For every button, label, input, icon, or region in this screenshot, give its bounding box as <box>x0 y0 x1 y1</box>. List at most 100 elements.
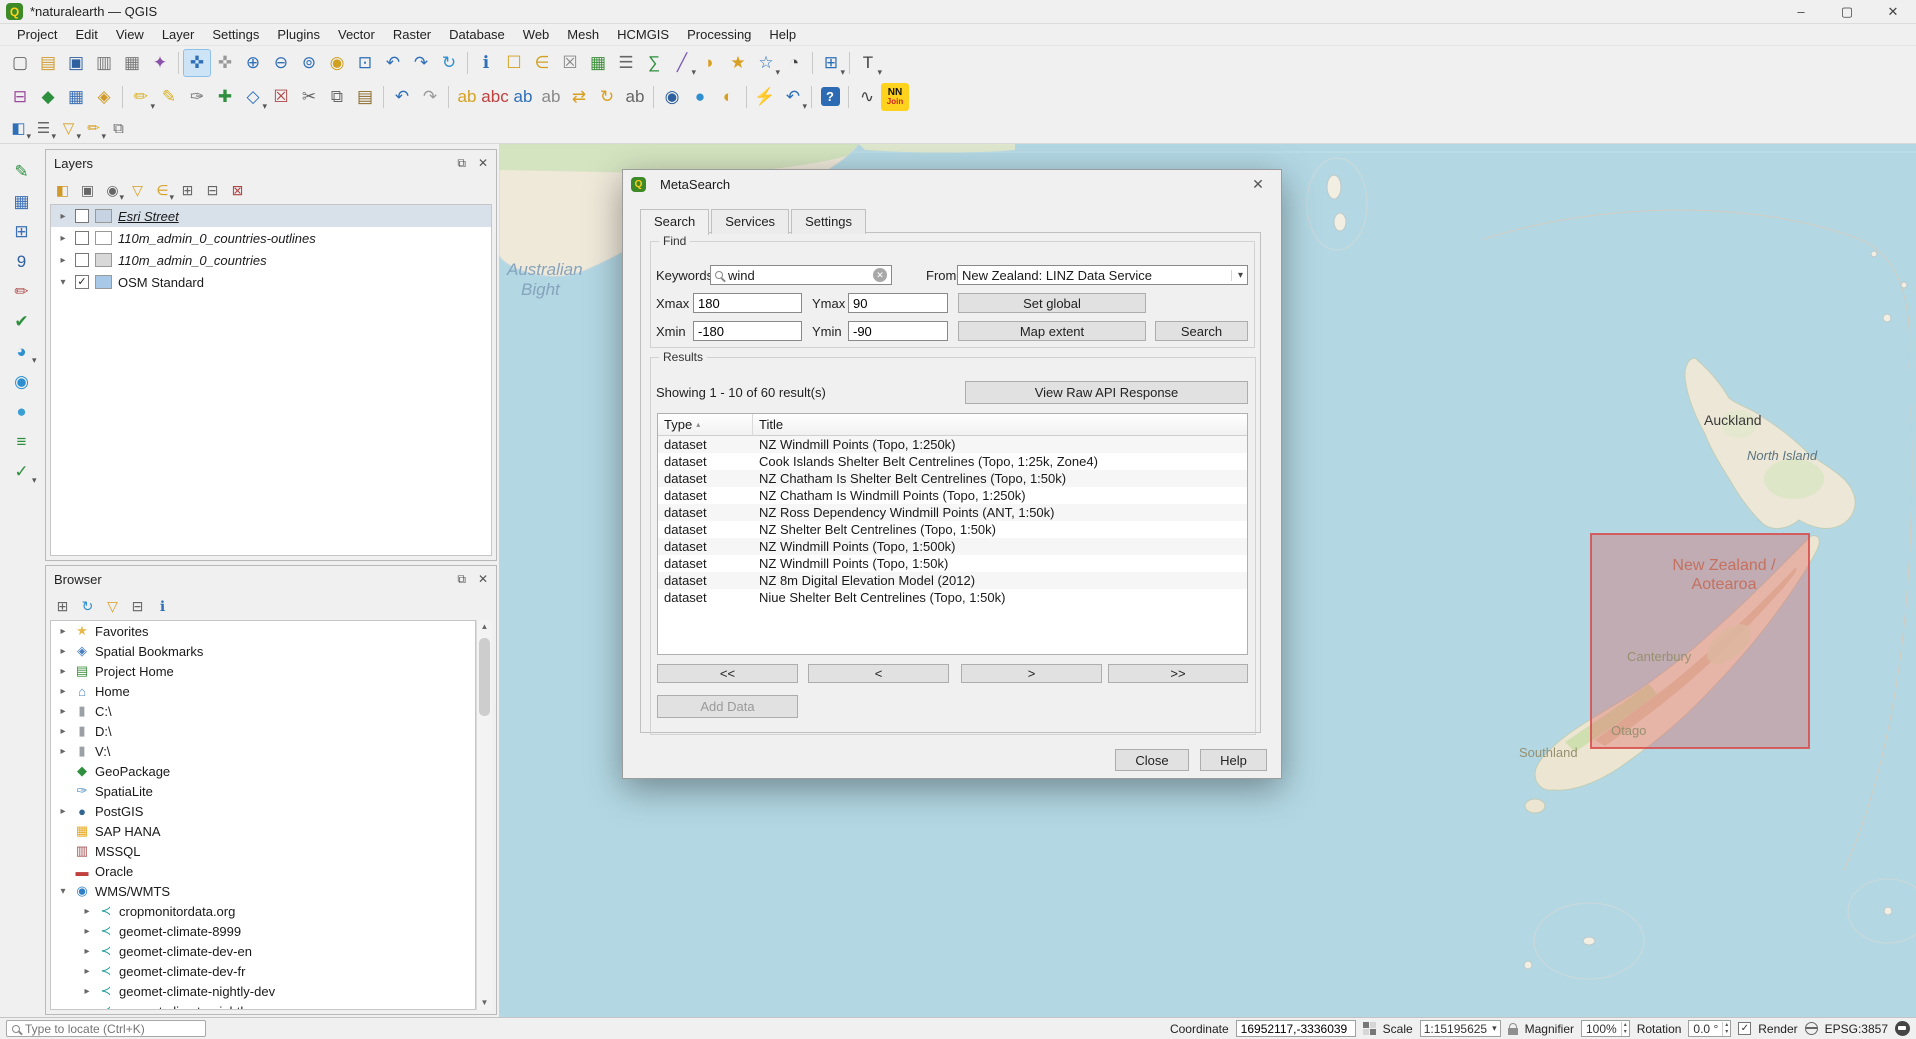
pan-to-selection-button[interactable]: ✜ <box>211 49 239 77</box>
dialog-help-button[interactable]: Help <box>1200 749 1267 771</box>
layer-item[interactable]: ▸ 110m_admin_0_countries <box>51 249 491 271</box>
browser-item[interactable]: ▸ ≺ geomet-climate-dev-en <box>51 941 475 961</box>
add-vector-layer-button[interactable]: ◆ <box>34 83 62 111</box>
add-selected-layers-button[interactable]: ⊞ <box>51 595 74 618</box>
legend-list-button[interactable]: ☰ <box>31 116 56 141</box>
zoom-to-selection-button[interactable]: ◉ <box>323 49 351 77</box>
expand-arrow-icon[interactable]: ▸ <box>81 926 93 937</box>
layer-styling-toggle-button[interactable]: ◧ <box>6 116 31 141</box>
xmin-input[interactable] <box>693 321 802 341</box>
browser-item[interactable]: ▬ Oracle <box>51 861 475 881</box>
close-panel-icon[interactable]: ✕ <box>478 156 488 171</box>
browser-item[interactable]: ▸ ▮ V:\ <box>51 741 475 761</box>
lock-icon[interactable] <box>1508 1028 1518 1035</box>
browser-item[interactable]: ▦ SAP HANA <box>51 821 475 841</box>
menu-item[interactable]: Vector <box>329 25 384 44</box>
menu-item[interactable]: Web <box>514 25 559 44</box>
layer-checkbox[interactable] <box>75 275 89 289</box>
open-styling-panel-button[interactable]: ◧ <box>51 179 74 202</box>
float-panel-icon[interactable]: ⧉ <box>457 156 466 171</box>
properties-button[interactable]: ℹ <box>151 595 174 618</box>
map-theme-button[interactable]: ⧉ <box>106 116 131 141</box>
osm-place-search-button[interactable]: ◉ <box>658 83 686 111</box>
toolbar-separator[interactable] <box>463 49 472 77</box>
expand-arrow-icon[interactable]: ▸ <box>57 211 69 222</box>
map-extent-button[interactable]: Map extent <box>958 321 1146 341</box>
toolbar-separator[interactable] <box>742 83 751 111</box>
expand-arrow-icon[interactable]: ▸ <box>81 986 93 997</box>
add-raster-layer-button[interactable]: ▦ <box>62 83 90 111</box>
result-row[interactable]: dataset NZ Shelter Belt Centrelines (Top… <box>658 521 1247 538</box>
zoom-next-button[interactable]: ↷ <box>407 49 435 77</box>
scroll-down-icon[interactable]: ▼ <box>477 996 492 1010</box>
browser-item[interactable]: ▸ ▮ C:\ <box>51 701 475 721</box>
measure-button[interactable]: ╱ <box>668 49 696 77</box>
magnifier-stepper[interactable]: 100% ▴▾ <box>1581 1020 1630 1037</box>
result-row[interactable]: dataset Cook Islands Shelter Belt Centre… <box>658 453 1247 470</box>
pencil-button[interactable]: ✏ <box>7 278 37 305</box>
expand-arrow-icon[interactable]: ▾ <box>57 277 69 288</box>
ymax-input[interactable] <box>848 293 948 313</box>
locate-search[interactable] <box>6 1020 206 1037</box>
browser-item[interactable]: ▸ ≺ cropmonitordata.org <box>51 901 475 921</box>
expand-arrow-icon[interactable]: ▸ <box>57 255 69 266</box>
result-row[interactable]: dataset NZ Windmill Points (Topo, 1:250k… <box>658 436 1247 453</box>
browser-item[interactable]: ▸ ◈ Spatial Bookmarks <box>51 641 475 661</box>
pager-button[interactable]: < <box>808 664 949 683</box>
expand-arrow-icon[interactable]: ▸ <box>57 806 69 817</box>
new-map-view-button[interactable]: ⊞ <box>817 49 845 77</box>
filter-legend-button[interactable]: ▽ <box>126 179 149 202</box>
toolbar-separator[interactable] <box>379 83 388 111</box>
expand-arrow-icon[interactable]: ▸ <box>81 906 93 917</box>
new-bookmark-button[interactable]: ★ <box>724 49 752 77</box>
browser-item[interactable]: ▸ ▮ D:\ <box>51 721 475 741</box>
browser-scrollbar[interactable]: ▲ ▼ <box>476 620 492 1010</box>
globe-button[interactable]: ◉ <box>7 368 37 395</box>
osm-info-button[interactable]: ◐ <box>714 83 742 111</box>
quickmap-button[interactable]: ⚡ <box>751 83 779 111</box>
deselect-all-button[interactable]: ☒ <box>556 49 584 77</box>
move-label-button[interactable]: ⇄ <box>565 83 593 111</box>
new-print-layout-button[interactable]: ▥ <box>90 49 118 77</box>
result-row[interactable]: dataset NZ Windmill Points (Topo, 1:500k… <box>658 538 1247 555</box>
menu-item[interactable]: Settings <box>203 25 268 44</box>
browser-item[interactable]: ▸ ≺ geomet-climate-dev-fr <box>51 961 475 981</box>
expand-arrow-icon[interactable]: ▸ <box>57 646 69 657</box>
crs-icon[interactable] <box>1805 1022 1818 1035</box>
add-feature-button[interactable]: ✚ <box>211 83 239 111</box>
select-features-button[interactable]: ☐ <box>500 49 528 77</box>
select-by-expression-button[interactable]: ∈ <box>528 49 556 77</box>
pager-button[interactable]: << <box>657 664 798 683</box>
results-table-header[interactable]: Type▴ Title <box>658 414 1247 436</box>
layers-list-button[interactable]: ≡ <box>7 428 37 455</box>
menu-item[interactable]: HCMGIS <box>608 25 678 44</box>
layer-checkbox[interactable] <box>75 231 89 245</box>
field-calculator-button[interactable]: ☰ <box>612 49 640 77</box>
browser-item[interactable]: ▥ MSSQL <box>51 841 475 861</box>
blue-circle-button[interactable]: ◕ <box>7 338 37 365</box>
expand-arrow-icon[interactable]: ▸ <box>81 1006 93 1011</box>
map-canvas[interactable]: Australian Bight Auckland North Island N… <box>499 144 1916 1017</box>
ymin-input[interactable] <box>848 321 948 341</box>
close-button[interactable]: ✕ <box>1870 0 1916 24</box>
toggle-editing-button[interactable]: ✎ <box>155 83 183 111</box>
expand-arrow-icon[interactable]: ▸ <box>57 726 69 737</box>
cut-features-button[interactable]: ✂ <box>295 83 323 111</box>
browser-item[interactable]: ▸ ▤ Project Home <box>51 661 475 681</box>
menu-item[interactable]: View <box>107 25 153 44</box>
messages-icon[interactable] <box>1895 1021 1910 1036</box>
map-tips-button[interactable]: ◗ <box>696 49 724 77</box>
osm-globe-button[interactable]: ● <box>686 83 714 111</box>
scrollbar-thumb[interactable] <box>479 638 490 716</box>
refresh-browser-button[interactable]: ↻ <box>76 595 99 618</box>
scale-select[interactable]: 1:15195625 ▾ <box>1420 1020 1501 1037</box>
zoom-out-button[interactable]: ⊖ <box>267 49 295 77</box>
browser-item[interactable]: ▸ ★ Favorites <box>51 621 475 641</box>
remove-layer-button[interactable]: ⊠ <box>226 179 249 202</box>
raster-grid-button[interactable]: ⊞ <box>7 218 37 245</box>
browser-item[interactable]: ▸ ≺ geomet-climate-nightly-dev <box>51 981 475 1001</box>
add-data-button[interactable]: Add Data <box>657 695 798 718</box>
undo-button[interactable]: ↶ <box>388 83 416 111</box>
show-bookmarks-button[interactable]: ☆ <box>752 49 780 77</box>
pin-labels-button[interactable]: ab <box>509 83 537 111</box>
